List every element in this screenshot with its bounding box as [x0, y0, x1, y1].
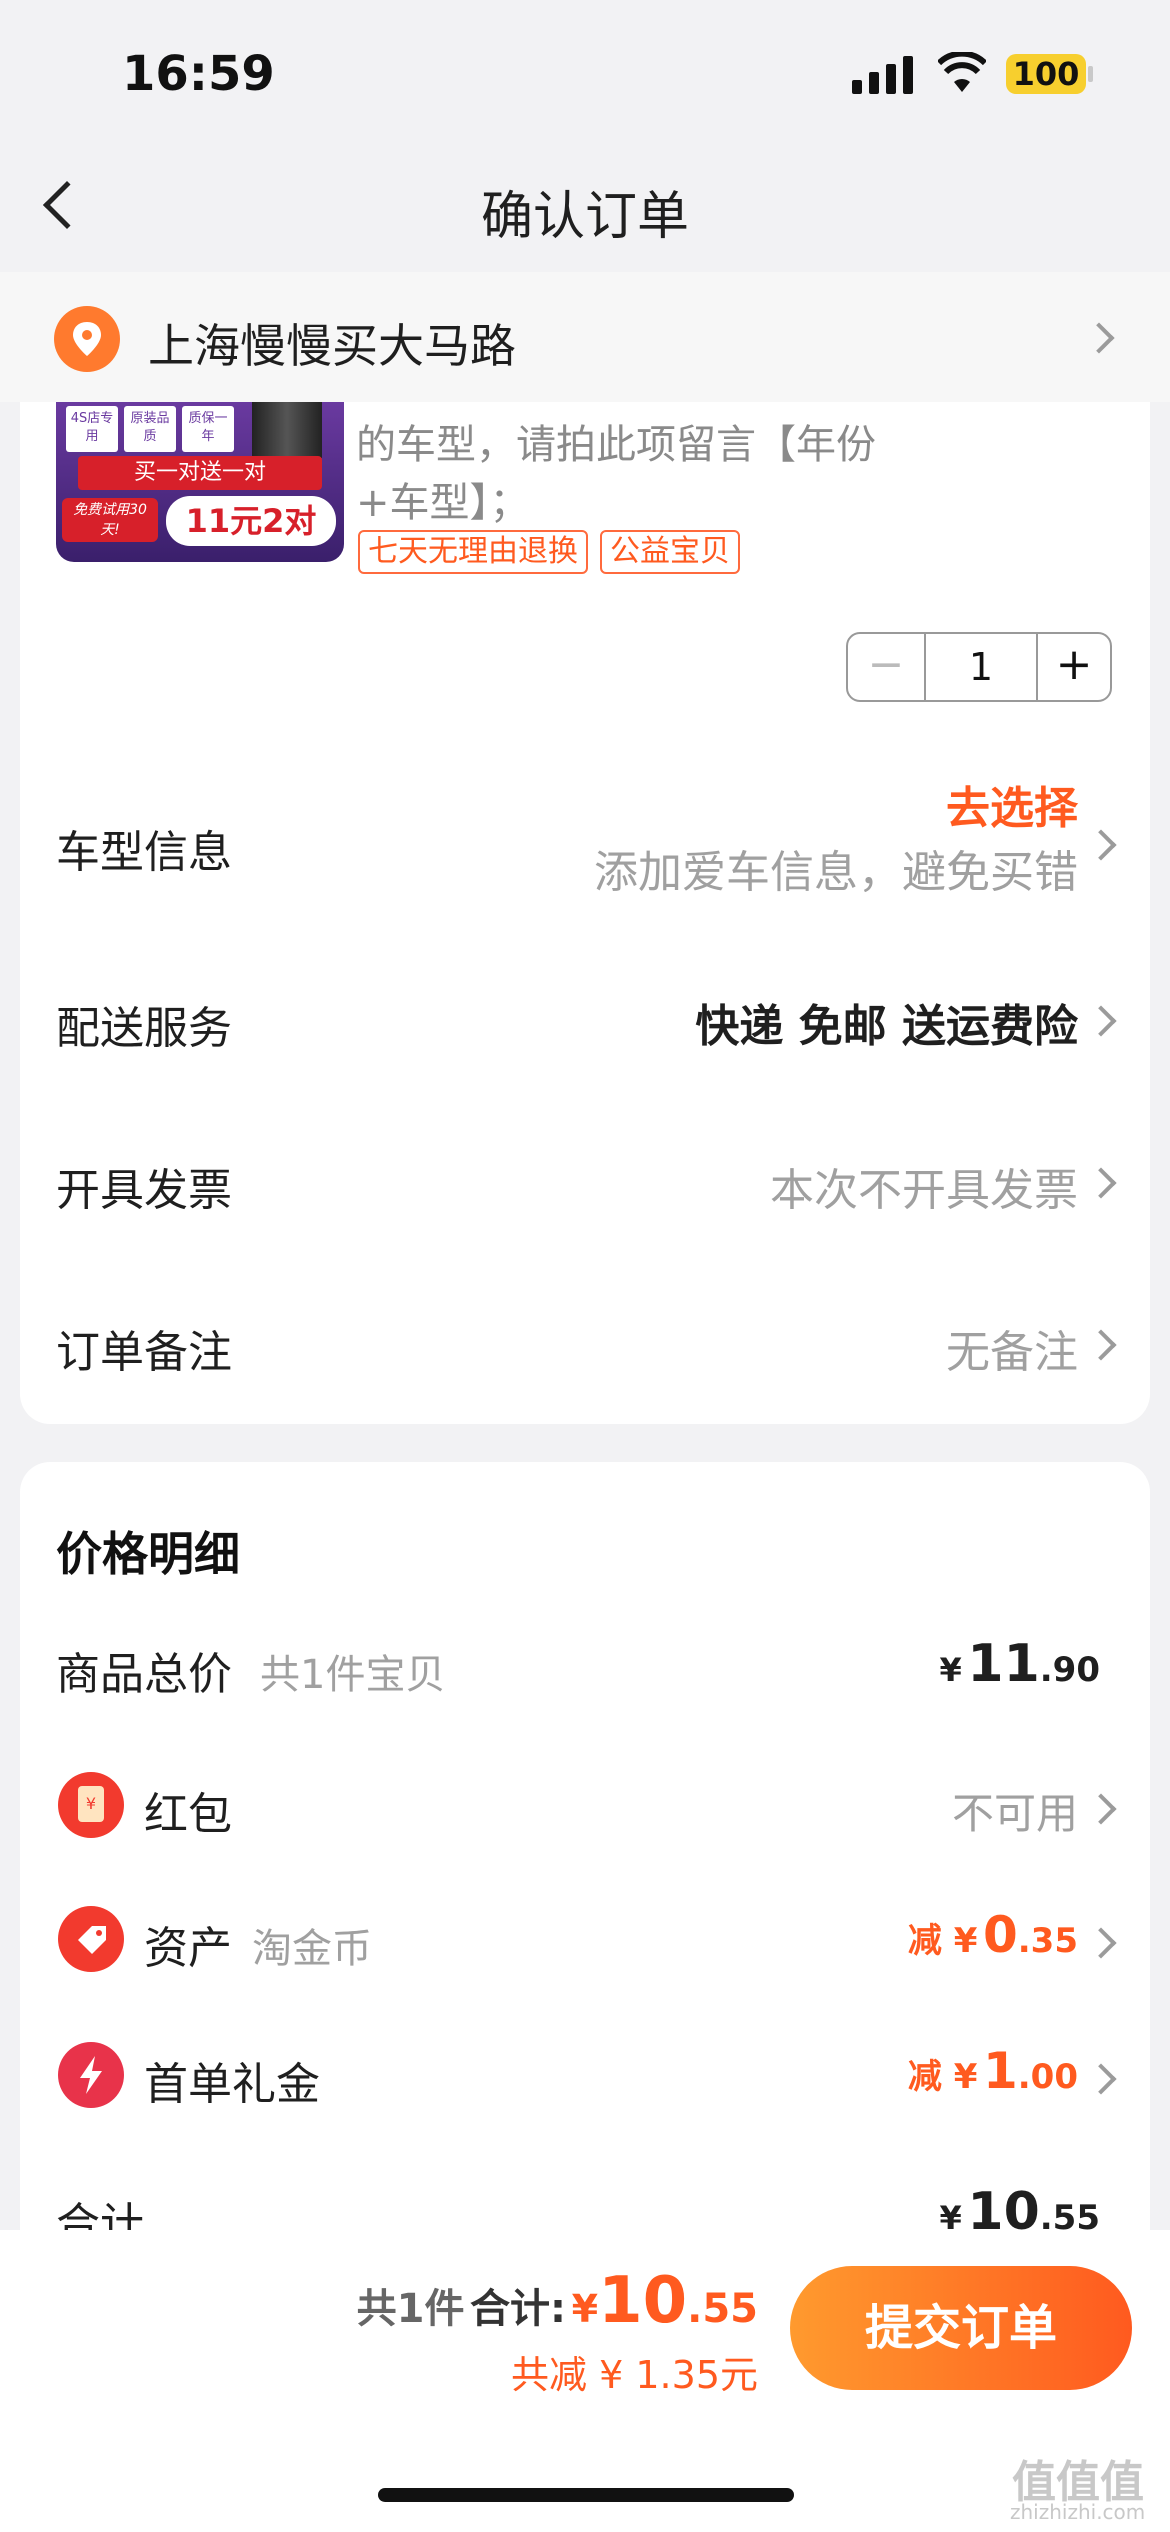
bottom-dec: .55 [687, 2286, 758, 2332]
tag-seven-day-return: 七天无理由退换 [358, 530, 588, 574]
bottom-total-label: 合计: [470, 2286, 567, 2332]
red-packet-row[interactable]: ¥ 红包 不可用 [20, 1756, 1150, 1856]
watermark-site: zhizhizhi.com [1010, 2500, 1146, 2524]
bottom-bar: 共1件 合计: ¥10.55 共减 ¥ 1.35元 提交订单 值值值 zhizh… [0, 2230, 1170, 2532]
first-order-row[interactable]: 首单礼金 减 ¥ 1.00 [20, 2028, 1150, 2128]
status-bar: 16:59 100 [0, 0, 1170, 140]
price-detail-title: 价格明细 [56, 1527, 240, 1581]
wiper-image [252, 402, 322, 458]
red-packet-value: 不可用 [951, 1789, 1078, 1838]
lightning-icon [58, 2042, 124, 2108]
delivery-value: 快递 免邮 送运费险 [695, 1001, 1078, 1052]
order-card: 4S店专用 原装品质 质保一年 买一对送一对 免费试用30天! 11元2对 的车… [20, 402, 1150, 1424]
bottom-count: 共1件 [356, 2286, 465, 2332]
tag-charity: 公益宝贝 [600, 530, 740, 574]
home-indicator [378, 2488, 794, 2502]
decrease-button[interactable]: − [848, 634, 926, 700]
car-info-row[interactable]: 车型信息 去选择 添加爱车信息，避免买错 [20, 772, 1150, 912]
red-packet-label: 红包 [144, 1789, 232, 1840]
signal-icon [852, 54, 916, 94]
bottom-saved: 共减 ¥ 1.35元 [511, 2353, 758, 2397]
delivery-row[interactable]: 配送服务 快递 免邮 送运费险 [20, 982, 1150, 1062]
invoice-label: 开具发票 [56, 1165, 232, 1216]
note-label: 订单备注 [56, 1327, 232, 1378]
status-time: 16:59 [122, 46, 275, 102]
first-order-label: 首单礼金 [144, 2059, 320, 2110]
assets-row[interactable]: 资产 淘金币 减 ¥ 0.35 [20, 1892, 1150, 1992]
product-desc-line2: +车型】； [356, 480, 530, 526]
delivery-label: 配送服务 [56, 1003, 232, 1054]
chevron-right-icon [1085, 1005, 1117, 1037]
assets-sub: 淘金币 [252, 1926, 372, 1972]
goods-total-label: 商品总价 [56, 1649, 232, 1700]
goods-total-row: 商品总价 共1件宝贝 ¥ 11.90 [20, 1634, 1150, 1708]
thumb-banner: 买一对送一对 [78, 456, 322, 490]
product-thumbnail[interactable]: 4S店专用 原装品质 质保一年 买一对送一对 免费试用30天! 11元2对 [56, 402, 344, 562]
location-pin-icon [54, 306, 120, 372]
battery-tip [1088, 66, 1093, 82]
battery-icon: 100 [1006, 54, 1086, 94]
battery-level: 100 [1012, 55, 1080, 93]
badge-warranty: 质保一年 [182, 406, 234, 452]
chevron-right-icon [1085, 1927, 1117, 1959]
car-info-label: 车型信息 [56, 827, 232, 878]
chevron-right-icon [1085, 2063, 1117, 2095]
note-row[interactable]: 订单备注 无备注 [20, 1306, 1150, 1386]
wifi-icon [936, 50, 988, 94]
assets-discount: 减 ¥ 0.35 [907, 1906, 1078, 1964]
badge-4s: 4S店专用 [66, 406, 118, 452]
quantity-value[interactable]: 1 [926, 634, 1036, 700]
first-order-discount: 减 ¥ 1.00 [907, 2042, 1078, 2100]
chevron-right-icon [1085, 1167, 1117, 1199]
car-info-hint: 添加爱车信息，避免买错 [594, 847, 1078, 898]
goods-total-sub: 共1件宝贝 [260, 1652, 446, 1698]
car-select-action[interactable]: 去选择 [946, 772, 1078, 836]
thumb-price: 11元2对 [166, 496, 336, 546]
red-packet-icon: ¥ [58, 1772, 124, 1838]
bottom-yen: ¥ [571, 2287, 599, 2331]
chevron-right-icon [1085, 1329, 1117, 1361]
increase-button[interactable]: + [1036, 634, 1110, 700]
chevron-right-icon [1085, 1793, 1117, 1825]
address-text: 上海慢慢买大马路 [148, 319, 516, 373]
thumb-trial: 免费试用30天! [62, 498, 158, 542]
bottom-total: 共1件 合计: ¥10.55 [357, 2264, 758, 2338]
page-title: 确认订单 [480, 187, 689, 247]
quantity-stepper: − 1 + [846, 632, 1112, 702]
product-desc-line1: 的车型，请拍此项留言【年份 [356, 422, 876, 468]
chevron-right-icon [1085, 829, 1117, 861]
address-bar[interactable]: 上海慢慢买大马路 [0, 272, 1170, 402]
chevron-right-icon [1083, 322, 1115, 354]
invoice-value: 本次不开具发票 [770, 1165, 1078, 1216]
assets-label: 资产 [144, 1923, 232, 1974]
nav-bar: 确认订单 [0, 140, 1170, 270]
invoice-row[interactable]: 开具发票 本次不开具发票 [20, 1144, 1150, 1224]
note-value: 无备注 [946, 1327, 1078, 1378]
bottom-int: 10 [598, 2264, 688, 2338]
goods-total-price: ¥ 11.90 [939, 1634, 1100, 1694]
badge-genuine: 原装品质 [124, 406, 176, 452]
price-detail-card: 价格明细 商品总价 共1件宝贝 ¥ 11.90 ¥ 红包 不可用 资产 淘金币 … [20, 1462, 1150, 2250]
submit-order-button[interactable]: 提交订单 [790, 2266, 1132, 2390]
coupon-tag-icon [58, 1906, 124, 1972]
